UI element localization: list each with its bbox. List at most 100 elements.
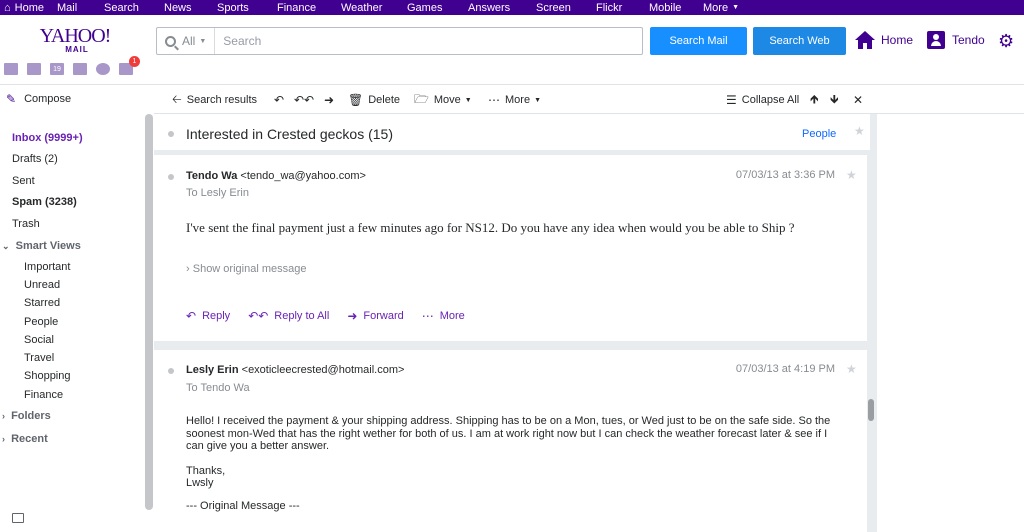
conversation-scrollbar-thumb[interactable] bbox=[868, 399, 874, 421]
unread-dot bbox=[168, 131, 174, 137]
folder-trash[interactable]: Trash bbox=[12, 218, 40, 230]
collapse-all-button[interactable]: ☰ Collapse All bbox=[726, 86, 799, 114]
original-message-divider: --- Original Message --- bbox=[186, 499, 300, 512]
image-icon[interactable] bbox=[12, 513, 24, 523]
notepad-app-icon[interactable] bbox=[73, 63, 87, 75]
more-label: More bbox=[505, 94, 531, 106]
star-icon[interactable]: ★ bbox=[846, 168, 857, 182]
message-more-button[interactable]: ⋯ More bbox=[422, 309, 465, 323]
nav-home-label: Home bbox=[14, 1, 44, 14]
smartview-people[interactable]: People bbox=[24, 316, 58, 328]
sender-name: Lesly Erin bbox=[186, 364, 239, 376]
nav-screen[interactable]: Screen bbox=[536, 0, 596, 15]
move-button[interactable]: 🗁 Move ▼ bbox=[414, 86, 472, 114]
contacts-app-icon[interactable] bbox=[27, 63, 41, 75]
folder-drafts[interactable]: Drafts (2) bbox=[12, 153, 58, 165]
nav-search[interactable]: Search bbox=[104, 0, 164, 15]
sender-email: <exoticleecrested@hotmail.com> bbox=[241, 364, 405, 376]
back-to-search-results[interactable]: 🡠 Search results bbox=[172, 86, 257, 114]
unread-dot bbox=[168, 368, 174, 374]
trash-icon: 🗑 bbox=[348, 93, 364, 107]
message-sender[interactable]: Tendo Wa <tendo_wa@yahoo.com> bbox=[186, 170, 366, 182]
message-date: 07/03/13 at 3:36 PM bbox=[735, 169, 835, 181]
star-icon[interactable]: ★ bbox=[846, 362, 857, 376]
nav-sports[interactable]: Sports bbox=[217, 0, 277, 15]
search-input[interactable] bbox=[215, 28, 642, 54]
smartview-unread[interactable]: Unread bbox=[24, 279, 60, 291]
show-original-link[interactable]: › Show original message bbox=[186, 263, 306, 275]
nav-answers[interactable]: Answers bbox=[468, 0, 536, 15]
reply-all-button[interactable]: ↶↶ Reply to All bbox=[248, 309, 329, 323]
forward-button[interactable]: ➜ Forward bbox=[347, 309, 403, 323]
yahoo-mail-logo[interactable]: YAHOO! MAIL bbox=[36, 26, 114, 54]
user-profile-link[interactable]: Tendo bbox=[927, 31, 985, 49]
nav-mobile[interactable]: Mobile bbox=[649, 0, 703, 15]
smartview-finance[interactable]: Finance bbox=[24, 389, 63, 401]
search-mail-button[interactable]: Search Mail bbox=[650, 27, 747, 55]
message-sender[interactable]: Lesly Erin <exoticleecrested@hotmail.com… bbox=[186, 364, 404, 376]
mail-app-icon[interactable] bbox=[4, 63, 18, 75]
message-recipient: To Tendo Wa bbox=[186, 382, 250, 394]
recent-toggle[interactable]: › Recent bbox=[2, 433, 48, 445]
nav-home[interactable]: ⌂ Home bbox=[4, 0, 57, 15]
smart-views-toggle[interactable]: ⌄ Smart Views bbox=[2, 240, 81, 252]
compose-button[interactable]: ✎ Compose bbox=[6, 92, 71, 106]
reply-all-label: Reply to All bbox=[274, 310, 330, 322]
star-icon[interactable]: ★ bbox=[854, 124, 865, 138]
gear-icon[interactable]: ⚙ bbox=[998, 32, 1016, 50]
calendar-app-icon[interactable]: 19 bbox=[50, 63, 64, 75]
search-scope-dropdown[interactable]: All ▼ bbox=[157, 28, 216, 54]
nav-games[interactable]: Games bbox=[407, 0, 468, 15]
smartview-shopping[interactable]: Shopping bbox=[24, 370, 71, 382]
message-thanks: Thanks, bbox=[186, 464, 226, 477]
arrow-up-icon: 🡹 bbox=[810, 91, 819, 106]
forward-toolbar-button[interactable]: ➜ bbox=[324, 86, 339, 114]
smartview-important[interactable]: Important bbox=[24, 261, 70, 273]
show-original-label: Show original message bbox=[192, 263, 307, 275]
search-web-button[interactable]: Search Web bbox=[753, 27, 846, 55]
move-label: Move bbox=[433, 94, 461, 106]
reply-all-toolbar-button[interactable]: ↶↶ bbox=[294, 86, 319, 114]
home-icon: ⌂ bbox=[4, 1, 11, 14]
notification-badge: 1 bbox=[129, 56, 140, 67]
folders-label: Folders bbox=[11, 410, 51, 422]
sender-name: Tendo Wa bbox=[186, 170, 238, 182]
folders-toggle[interactable]: › Folders bbox=[2, 410, 51, 422]
search-box: All ▼ bbox=[156, 27, 643, 55]
sidebar-scrollbar[interactable] bbox=[145, 114, 153, 510]
newsfeed-app-icon[interactable]: 1 bbox=[119, 56, 140, 75]
next-message-button[interactable]: 🡻 bbox=[830, 86, 844, 114]
back-label: Search results bbox=[186, 94, 258, 106]
delete-button[interactable]: 🗑 Delete bbox=[348, 86, 400, 114]
reply-button[interactable]: ↶ Reply bbox=[186, 309, 230, 323]
folder-inbox[interactable]: Inbox (9999+) bbox=[12, 132, 83, 144]
previous-message-button[interactable]: 🡹 bbox=[810, 86, 824, 114]
chevron-right-icon: › bbox=[2, 411, 5, 421]
smartview-travel[interactable]: Travel bbox=[24, 352, 54, 364]
nav-finance[interactable]: Finance bbox=[277, 0, 341, 15]
nav-weather[interactable]: Weather bbox=[341, 0, 407, 15]
message-body: I've sent the final payment just a few m… bbox=[186, 220, 795, 235]
chevron-right-icon: › bbox=[2, 434, 5, 444]
smartview-social[interactable]: Social bbox=[24, 334, 54, 346]
folder-sent[interactable]: Sent bbox=[12, 175, 35, 187]
conversation-scrollbar-track[interactable] bbox=[867, 150, 874, 532]
people-link[interactable]: People bbox=[802, 128, 836, 140]
folder-spam[interactable]: Spam (3238) bbox=[12, 196, 77, 208]
collapse-label: Collapse All bbox=[741, 94, 800, 106]
reply-toolbar-button[interactable]: ↶ bbox=[274, 86, 289, 114]
nav-flickr[interactable]: Flickr bbox=[596, 0, 649, 15]
chevron-down-icon: ▼ bbox=[464, 96, 472, 104]
chevron-down-icon: ⌄ bbox=[2, 241, 10, 251]
nav-more[interactable]: More ▼ bbox=[703, 0, 753, 15]
nav-mail[interactable]: Mail bbox=[57, 0, 104, 15]
recent-label: Recent bbox=[11, 433, 48, 445]
messenger-app-icon[interactable] bbox=[96, 63, 110, 75]
close-button[interactable]: ✕ bbox=[853, 86, 868, 114]
smartview-starred[interactable]: Starred bbox=[24, 297, 60, 309]
close-icon: ✕ bbox=[853, 93, 864, 107]
reply-all-icon: ↶↶ bbox=[248, 309, 269, 323]
more-button[interactable]: ⋯ More ▼ bbox=[488, 86, 541, 114]
nav-news[interactable]: News bbox=[164, 0, 217, 15]
header-home-link[interactable]: Home bbox=[854, 30, 913, 50]
